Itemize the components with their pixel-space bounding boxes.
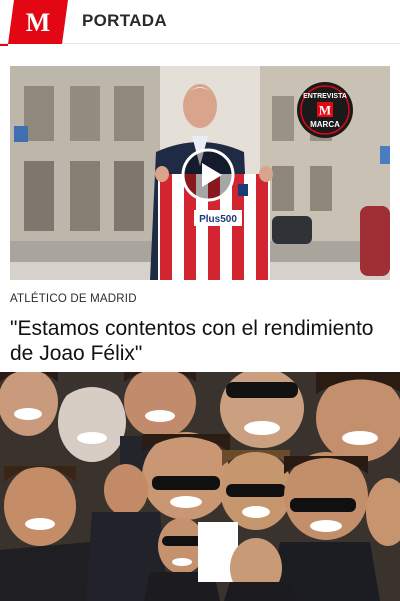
logo-letter: M [26, 8, 51, 37]
article-headline[interactable]: "Estamos contentos con el rendimiento de… [10, 316, 394, 366]
entrevista-marca-badge: ENTREVISTA M MARCA [296, 81, 354, 139]
play-video-button[interactable] [181, 148, 235, 202]
entrevista-badge-icon: ENTREVISTA M MARCA [297, 82, 353, 138]
face-5 [316, 372, 400, 462]
badge-letter: M [319, 103, 331, 118]
badge-bottom-text: MARCA [310, 120, 340, 129]
face-7 [220, 450, 292, 530]
meme-collage-image [0, 372, 400, 601]
play-icon [181, 148, 235, 202]
badge-top-text: ENTREVISTA [303, 93, 347, 100]
shirt-sponsor: Plus500 [199, 214, 237, 225]
top-bar: M PORTADA [0, 0, 400, 44]
brand-accent-bar [0, 44, 8, 46]
article-category[interactable]: ATLÉTICO DE MADRID [10, 293, 137, 305]
laughing-faces-collage [0, 372, 400, 601]
face-2 [58, 378, 126, 462]
article-hero-image[interactable]: Plus500 ENTREVISTA M MARCA [10, 66, 390, 280]
section-title: PORTADA [82, 11, 167, 30]
marca-logo-icon: M [8, 0, 68, 44]
marca-logo[interactable]: M [8, 0, 68, 44]
